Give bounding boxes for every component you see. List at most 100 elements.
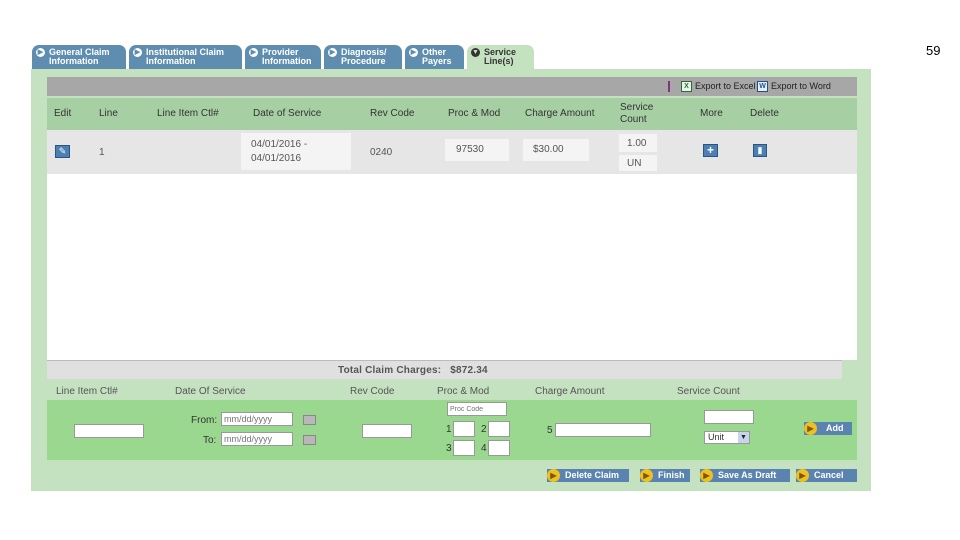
calendar-icon[interactable] (303, 435, 316, 445)
cancel-button[interactable]: ▶ Cancel (796, 469, 857, 482)
trash-icon[interactable]: ▮ (753, 144, 767, 157)
edit-icon[interactable]: ✎ (55, 145, 70, 158)
tab-label: Other Payers (422, 47, 452, 66)
mod-2-label: 2 (481, 424, 487, 435)
delete-claim-button[interactable]: ▶ Delete Claim (547, 469, 629, 482)
total-value: $872.34 (450, 365, 488, 376)
col-edit: Edit (54, 108, 72, 119)
line-item-ctl-input[interactable] (74, 424, 144, 438)
page-number: 59 (926, 43, 941, 58)
col-delete: Delete (750, 108, 779, 119)
cell-line: 1 (99, 147, 105, 158)
col-line-item-ctl: Line Item Ctl# (157, 108, 219, 119)
unit-select-value: Unit (708, 432, 725, 442)
form-head-line-item-ctl: Line Item Ctl# (56, 386, 118, 397)
col-rev-code: Rev Code (370, 108, 415, 119)
calendar-icon[interactable] (303, 415, 316, 425)
down-circle-icon: ▼ (471, 48, 480, 57)
cell-rev-code: 0240 (370, 147, 393, 158)
arrow-circle-icon: ▶ (796, 469, 809, 482)
word-icon: W (757, 81, 768, 93)
grid-header: Edit Line Line Item Ctl# Date of Service… (47, 98, 857, 130)
arrow-circle-icon: ▶ (249, 48, 258, 57)
arrow-circle-icon: ▶ (640, 469, 653, 482)
mod-4-label: 4 (481, 443, 487, 454)
form-head-service-count: Service Count (677, 386, 740, 397)
add-label: Add (826, 423, 844, 433)
col-service-count: Service Count (620, 102, 654, 125)
add-line-form: From: To: 1 2 3 4 5 Unit ▼ ▶ Add (47, 400, 857, 460)
form-head-rev-code: Rev Code (350, 386, 395, 397)
arrow-circle-icon: ▶ (328, 48, 337, 57)
tab-institutional-claim-information[interactable]: ▶ Institutional Claim Information (129, 45, 242, 69)
cell-proc-mod: 97530 (456, 144, 484, 155)
arrow-circle-icon: ▶ (700, 469, 713, 482)
arrow-circle-icon: ▶ (547, 469, 560, 482)
tab-diagnosis-procedure[interactable]: ▶ Diagnosis/ Procedure (324, 45, 402, 69)
from-label: From: (191, 415, 218, 426)
cell-date-of-service: 04/01/2016 - 04/01/2016 (251, 139, 308, 164)
arrow-circle-icon: ▶ (804, 422, 817, 435)
form-head-date-of-service: Date Of Service (175, 386, 246, 397)
to-date-input[interactable] (221, 432, 293, 446)
more-icon[interactable]: + (703, 144, 718, 157)
tab-other-payers[interactable]: ▶ Other Payers (405, 45, 464, 69)
service-lines-panel: X Export to Excel W Export to Word Edit Li… (31, 69, 871, 491)
form-head-proc-mod: Proc & Mod (437, 386, 490, 397)
export-toolbar: X Export to Excel W Export to Word (47, 77, 857, 96)
total-label: Total Claim Charges: (338, 365, 442, 376)
tab-general-claim-information[interactable]: ▶ General Claim Information (32, 45, 126, 69)
mod-1-input[interactable] (453, 421, 475, 437)
tab-label: Diagnosis/ Procedure (341, 47, 387, 66)
add-button[interactable]: ▶ Add (804, 422, 852, 435)
export-to-word-button[interactable]: W Export to Word (757, 80, 831, 93)
chevron-down-icon: ▼ (738, 432, 749, 443)
tab-provider-information[interactable]: ▶ Provider Information (245, 45, 321, 69)
tab-label: Provider Information (262, 47, 312, 66)
export-word-label: Export to Word (771, 81, 831, 91)
cell-charge-amount: $30.00 (533, 144, 564, 155)
delete-claim-label: Delete Claim (565, 470, 620, 480)
cell-service-count: 1.00 (627, 138, 647, 149)
arrow-circle-icon: ▶ (133, 48, 142, 57)
col-line: Line (99, 108, 118, 119)
unit-select[interactable]: Unit ▼ (704, 431, 750, 444)
mod-2-input[interactable] (488, 421, 510, 437)
toolbar-divider (668, 81, 670, 92)
tab-label: Service Line(s) (484, 47, 517, 66)
service-count-input[interactable] (704, 410, 754, 424)
excel-icon: X (681, 81, 692, 93)
table-row: ✎ 1 04/01/2016 - 04/01/2016 0240 97530 $… (47, 130, 857, 174)
arrow-circle-icon: ▶ (36, 48, 45, 57)
mod-4-input[interactable] (488, 440, 510, 456)
tab-label: General Claim Information (49, 47, 110, 66)
export-excel-label: Export to Excel (695, 81, 756, 91)
arrow-circle-icon: ▶ (409, 48, 418, 57)
mod-3-input[interactable] (453, 440, 475, 456)
rev-code-input[interactable] (362, 424, 412, 438)
mod-1-label: 1 (446, 424, 452, 435)
form-head-charge-amount: Charge Amount (535, 386, 605, 397)
col-charge-amount: Charge Amount (525, 108, 595, 119)
tab-service-lines[interactable]: ▼ Service Line(s) (467, 45, 534, 69)
finish-label: Finish (658, 470, 685, 480)
tab-label: Institutional Claim Information (146, 47, 225, 66)
from-date-input[interactable] (221, 412, 293, 426)
proc-code-input[interactable] (447, 402, 507, 416)
mod-3-label: 3 (446, 443, 452, 454)
col-more: More (700, 108, 723, 119)
add-line-form-header: Line Item Ctl# Date Of Service Rev Code … (47, 382, 857, 400)
charge-amount-input[interactable] (555, 423, 651, 437)
save-as-draft-button[interactable]: ▶ Save As Draft (700, 469, 790, 482)
service-lines-grid: ✎ 1 04/01/2016 - 04/01/2016 0240 97530 $… (47, 130, 857, 360)
col-date-of-service: Date of Service (253, 108, 322, 119)
col-proc-mod: Proc & Mod (448, 108, 501, 119)
finish-button[interactable]: ▶ Finish (640, 469, 690, 482)
charge-index-label: 5 (547, 425, 553, 436)
save-as-draft-label: Save As Draft (718, 470, 777, 480)
to-label: To: (203, 435, 217, 446)
total-claim-charges-bar: Total Claim Charges: $872.34 (47, 360, 842, 379)
cancel-label: Cancel (814, 470, 844, 480)
cell-unit: UN (627, 158, 642, 169)
export-to-excel-button[interactable]: X Export to Excel (681, 80, 756, 93)
